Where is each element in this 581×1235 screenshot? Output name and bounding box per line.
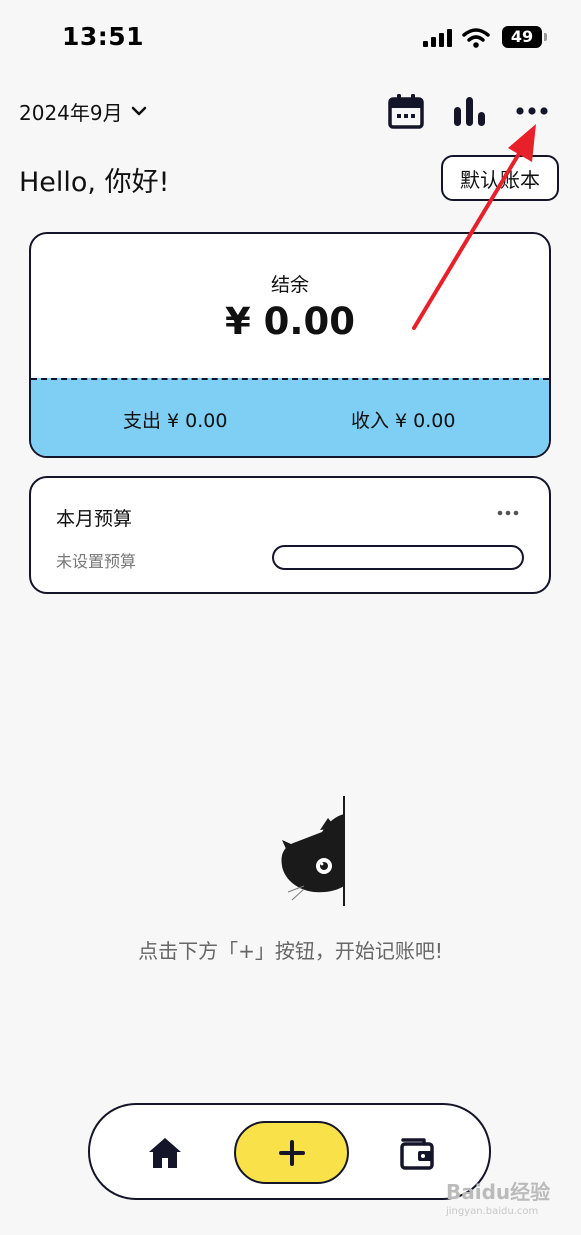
watermark-brand: Baidu经验 xyxy=(446,1180,551,1204)
bar-chart-icon[interactable] xyxy=(450,91,490,131)
month-label: 2024年9月 xyxy=(19,100,123,125)
signal-icon xyxy=(423,29,452,47)
add-record-button[interactable] xyxy=(234,1121,349,1184)
empty-state-hint: 点击下方「+」按钮，开始记账吧! xyxy=(138,939,443,963)
budget-status: 未设置预算 xyxy=(56,552,137,571)
income-total: 收入 ¥ 0.00 xyxy=(351,410,456,432)
wifi-icon xyxy=(462,28,490,48)
balance-label: 结余 xyxy=(270,274,309,296)
watermark-url: jingyan.baidu.com xyxy=(446,1206,539,1217)
chevron-down-icon xyxy=(131,106,146,116)
plus-icon xyxy=(279,1140,305,1166)
status-time: 13:51 xyxy=(62,22,145,51)
more-icon[interactable] xyxy=(512,91,552,131)
budget-title: 本月预算 xyxy=(56,508,133,530)
balance-summary: 支出 ¥ 0.00 收入 ¥ 0.00 xyxy=(31,378,549,456)
status-icons: 49 xyxy=(422,24,552,52)
budget-more-icon[interactable] xyxy=(497,508,519,518)
expense-total: 支出 ¥ 0.00 xyxy=(123,410,228,432)
budget-card[interactable]: 本月预算 未设置预算 xyxy=(29,476,551,594)
wallet-icon[interactable] xyxy=(398,1134,436,1172)
status-bar: 13:51 49 xyxy=(0,0,581,76)
balance-card: 结余 ¥ 0.00 支出 ¥ 0.00 收入 ¥ 0.00 xyxy=(29,232,551,458)
home-icon[interactable] xyxy=(146,1134,184,1172)
bottom-nav xyxy=(88,1103,491,1200)
cat-illustration xyxy=(281,796,345,906)
account-book-button[interactable]: 默认账本 xyxy=(441,155,559,201)
balance-value: ¥ 0.00 xyxy=(225,300,355,343)
battery-icon: 49 xyxy=(502,26,547,48)
month-selector[interactable]: 2024年9月 xyxy=(19,96,147,126)
greeting: Hello, 你好! xyxy=(19,167,170,198)
calendar-icon[interactable] xyxy=(386,91,426,131)
budget-progress-bar xyxy=(272,545,524,570)
